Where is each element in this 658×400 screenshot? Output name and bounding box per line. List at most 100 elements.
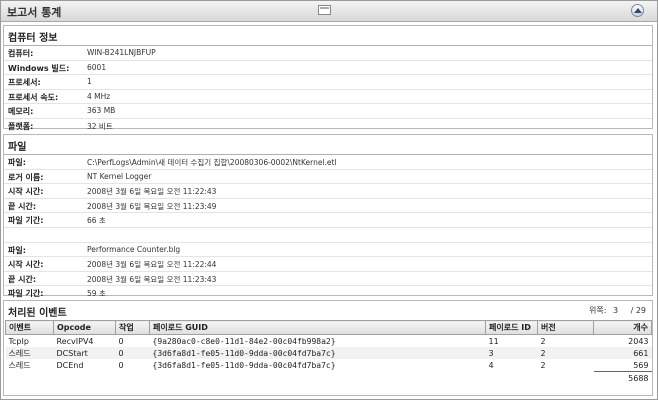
report-statistics-window: 보고서 통계 컴퓨터 정보 컴퓨터: WIN-B241LNJBFUP Window… [0, 0, 658, 400]
computer-info-header[interactable]: 컴퓨터 정보 [4, 26, 652, 46]
file-group-separator [4, 228, 652, 243]
info-row-speed: 프로세서 속도: 4 MHz [4, 90, 652, 104]
files-header[interactable]: 파일 [4, 135, 652, 155]
file-row: 파일 기간: 66 초 [4, 213, 652, 228]
cell-payload-id: 3 [485, 347, 538, 359]
cell-guid: {3d6fa8d1-fe05-11d0-9dda-00c04fd7ba7c} [152, 360, 336, 370]
file-value: C:\PerfLogs\Admin\새 데이터 수집기 집합\20080306-… [87, 158, 337, 167]
column-header-count[interactable]: 개수 [593, 320, 652, 335]
info-value: WIN-B241LNJBFUP [87, 48, 156, 57]
cell-version: 2 [540, 336, 546, 346]
total-count: 5688 [593, 371, 652, 384]
info-label: 메모리: [8, 107, 34, 116]
files-section: 파일 파일: C:\PerfLogs\Admin\새 데이터 수집기 집합\200… [3, 134, 653, 298]
cell-event: 스레드 [5, 347, 54, 359]
file-label: 파일: [8, 245, 26, 255]
column-header-event[interactable]: 이벤트 [5, 320, 54, 335]
info-row-computer: 컴퓨터: WIN-B241LNJBFUP [4, 46, 652, 61]
file-label: 끝 시간: [8, 201, 37, 211]
cell-count: 2043 [628, 336, 649, 346]
file-row: 시작 시간: 2008년 3월 6일 목요일 오전 11:22:44 [4, 257, 652, 272]
info-row-memory: 메모리: 363 MB [4, 104, 652, 119]
cell-count: 569 [633, 360, 649, 370]
info-row-build: Windows 빌드: 6001 [4, 61, 652, 75]
table-row[interactable]: 스레드 DCStart 0 {3d6fa8d1-fe05-11d0-9dda-0… [5, 347, 652, 359]
table-row[interactable]: TcpIp RecvIPV4 0 {9a280ac0-c8e0-11d1-84e… [6, 335, 652, 348]
events-table: 이벤트 Opcode 작업 페이로드 GUID 페이로드 ID 버전 개수 Tc… [5, 320, 652, 384]
file-value: 66 초 [87, 216, 106, 225]
file-row: 로거 이름: NT Kernel Logger [4, 170, 652, 184]
cell-count: 661 [593, 347, 652, 359]
file-row: 끝 시간: 2008년 3월 6일 목요일 오전 11:23:49 [4, 199, 652, 213]
info-value: 4 MHz [87, 91, 111, 101]
cell-event: 스레드 [8, 360, 31, 370]
pager: 위쪽: 3 / 29 [589, 305, 646, 316]
computer-info-list: 컴퓨터: WIN-B241LNJBFUP Windows 빌드: 6001 프로세서… [4, 46, 652, 132]
file-value: 2008년 3월 6일 목요일 오전 11:23:49 [87, 201, 217, 211]
file-row: 파일: C:\PerfLogs\Admin\새 데이터 수집기 집합\200803… [4, 155, 652, 170]
file-row: 시작 시간: 2008년 3월 6일 목요일 오전 11:22:43 [4, 184, 652, 199]
table-header-row: 이벤트 Opcode 작업 페이로드 GUID 페이로드 ID 버전 개수 [5, 320, 652, 335]
file-row: 끝 시간: 2008년 3월 6일 목요일 오전 11:23:43 [4, 272, 652, 286]
info-value: 363 MB [87, 106, 116, 115]
info-row-processors: 프로세서: 1 [4, 75, 652, 90]
file-label: 로거 이름: [8, 172, 44, 182]
file-value: 2008년 3월 6일 목요일 오전 11:22:44 [87, 260, 217, 269]
pager-current[interactable]: 3 [613, 306, 618, 315]
cell-payload-id: 4 [488, 360, 494, 370]
computer-info-section: 컴퓨터 정보 컴퓨터: WIN-B241LNJBFUP Windows 빌드: 60… [3, 25, 653, 132]
file-label: 시작 시간: [8, 260, 44, 269]
events-section: 처리된 이벤트 위쪽: 3 / 29 이벤트 Opcode 작업 페이로드 GU… [3, 300, 653, 396]
info-label: 플랫폼: [8, 121, 34, 131]
cell-task: 0 [118, 360, 124, 370]
info-row-platform: 플랫폼: 32 비트 [4, 119, 652, 133]
section-title: 파일 [8, 142, 27, 153]
cell-event: TcpIp [8, 336, 29, 346]
info-label: 컴퓨터: [8, 49, 34, 58]
section-title: 처리된 이벤트 [8, 308, 67, 319]
info-value: 6001 [87, 62, 107, 72]
cell-task: 0 [118, 336, 124, 346]
info-label: Windows 빌드: [8, 63, 70, 73]
file-value: 59 초 [87, 289, 106, 298]
file-label: 끝 시간: [8, 274, 37, 284]
file-label: 시작 시간: [8, 187, 44, 196]
section-title: 컴퓨터 정보 [8, 33, 58, 44]
cell-opcode: DCEnd [56, 360, 84, 370]
cell-opcode: RecvIPV4 [56, 336, 94, 346]
file-value: 2008년 3월 6일 목요일 오전 11:22:43 [87, 187, 217, 196]
total-row: 5688 [6, 371, 652, 384]
file-value: NT Kernel Logger [87, 171, 152, 181]
column-header-opcode[interactable]: Opcode [53, 320, 116, 335]
cell-guid: {9a280ac0-c8e0-11d1-84e2-00c04fb998a2} [152, 336, 336, 346]
pager-label: 위쪽: [588, 306, 607, 315]
collapse-up-icon[interactable] [631, 4, 644, 17]
column-header-task[interactable]: 작업 [115, 320, 150, 335]
file-label: 파일 기간: [8, 216, 44, 225]
column-header-guid[interactable]: 페이로드 GUID [149, 320, 486, 335]
cell-opcode: DCStart [53, 347, 116, 359]
window-icon[interactable] [318, 5, 331, 15]
title-bar: 보고서 통계 [1, 1, 657, 22]
info-value: 1 [87, 77, 92, 86]
info-label: 프로세서: [8, 78, 41, 87]
cell-task: 0 [115, 347, 150, 359]
cell-payload-id: 11 [488, 336, 499, 346]
pager-total: / 29 [630, 306, 646, 315]
file-value: Performance Counter.blg [87, 244, 181, 254]
cell-guid: {3d6fa8d1-fe05-11d0-9dda-00c04fd7ba7c} [149, 347, 486, 359]
file-label: 파일: [8, 158, 26, 167]
cell-version: 2 [537, 347, 594, 359]
file-label: 파일 기간: [8, 289, 44, 298]
info-label: 프로세서 속도: [8, 92, 59, 102]
column-header-version[interactable]: 버전 [537, 320, 594, 335]
table-row[interactable]: 스레드 DCEnd 0 {3d6fa8d1-fe05-11d0-9dda-00c… [6, 359, 652, 372]
file-value: 2008년 3월 6일 목요일 오전 11:23:43 [87, 274, 217, 284]
info-value: 32 비트 [87, 121, 113, 131]
events-header: 처리된 이벤트 위쪽: 3 / 29 [4, 301, 652, 320]
file-row: 파일 기간: 59 초 [4, 286, 652, 300]
column-header-payload-id[interactable]: 페이로드 ID [485, 320, 538, 335]
cell-version: 2 [540, 360, 546, 370]
file-row: 파일: Performance Counter.blg [4, 243, 652, 257]
window-title: 보고서 통계 [7, 6, 62, 19]
